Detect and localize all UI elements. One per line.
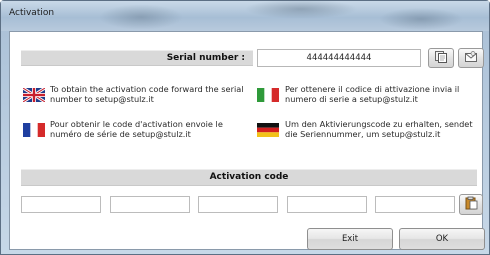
french-instructions: Pour obtenir le code d'activation envoie… — [50, 119, 223, 139]
ok-button[interactable]: OK — [399, 228, 485, 250]
send-serial-button[interactable] — [458, 48, 484, 68]
german-instructions: Um den Aktivierungscode zu erhalten, sen… — [285, 119, 473, 139]
window-title: Activation — [9, 8, 55, 18]
serial-number-field[interactable] — [257, 49, 421, 67]
activation-code-field-1[interactable] — [21, 196, 101, 213]
activation-code-field-5[interactable] — [375, 196, 455, 213]
activation-window: Activation Serial number : 444444444444 … — [0, 0, 490, 255]
english-instructions: To obtain the activation code forward th… — [50, 84, 244, 104]
uk-flag-icon — [23, 88, 45, 102]
serial-number-label-bar: Serial number : — [21, 50, 253, 66]
copy-icon — [434, 50, 448, 67]
exit-button[interactable]: Exit — [307, 228, 393, 250]
copy-serial-button[interactable] — [428, 48, 454, 68]
activation-code-label: Activation code — [21, 169, 477, 186]
france-flag-icon — [23, 123, 45, 137]
germany-flag-icon — [257, 123, 279, 137]
envelope-icon — [464, 50, 478, 67]
activation-code-field-2[interactable] — [110, 196, 190, 213]
paste-icon — [464, 196, 478, 213]
title-bar[interactable]: Activation — [1, 1, 489, 31]
dialog-body: Serial number : 444444444444 To obtain t… — [9, 31, 485, 250]
paste-code-button[interactable] — [459, 194, 483, 215]
activation-code-field-4[interactable] — [287, 196, 367, 213]
italian-instructions: Per ottenere il codice di attivazione in… — [285, 84, 460, 104]
serial-number-label: Serial number : — [166, 53, 245, 63]
activation-code-field-3[interactable] — [198, 196, 278, 213]
italy-flag-icon — [257, 88, 279, 102]
